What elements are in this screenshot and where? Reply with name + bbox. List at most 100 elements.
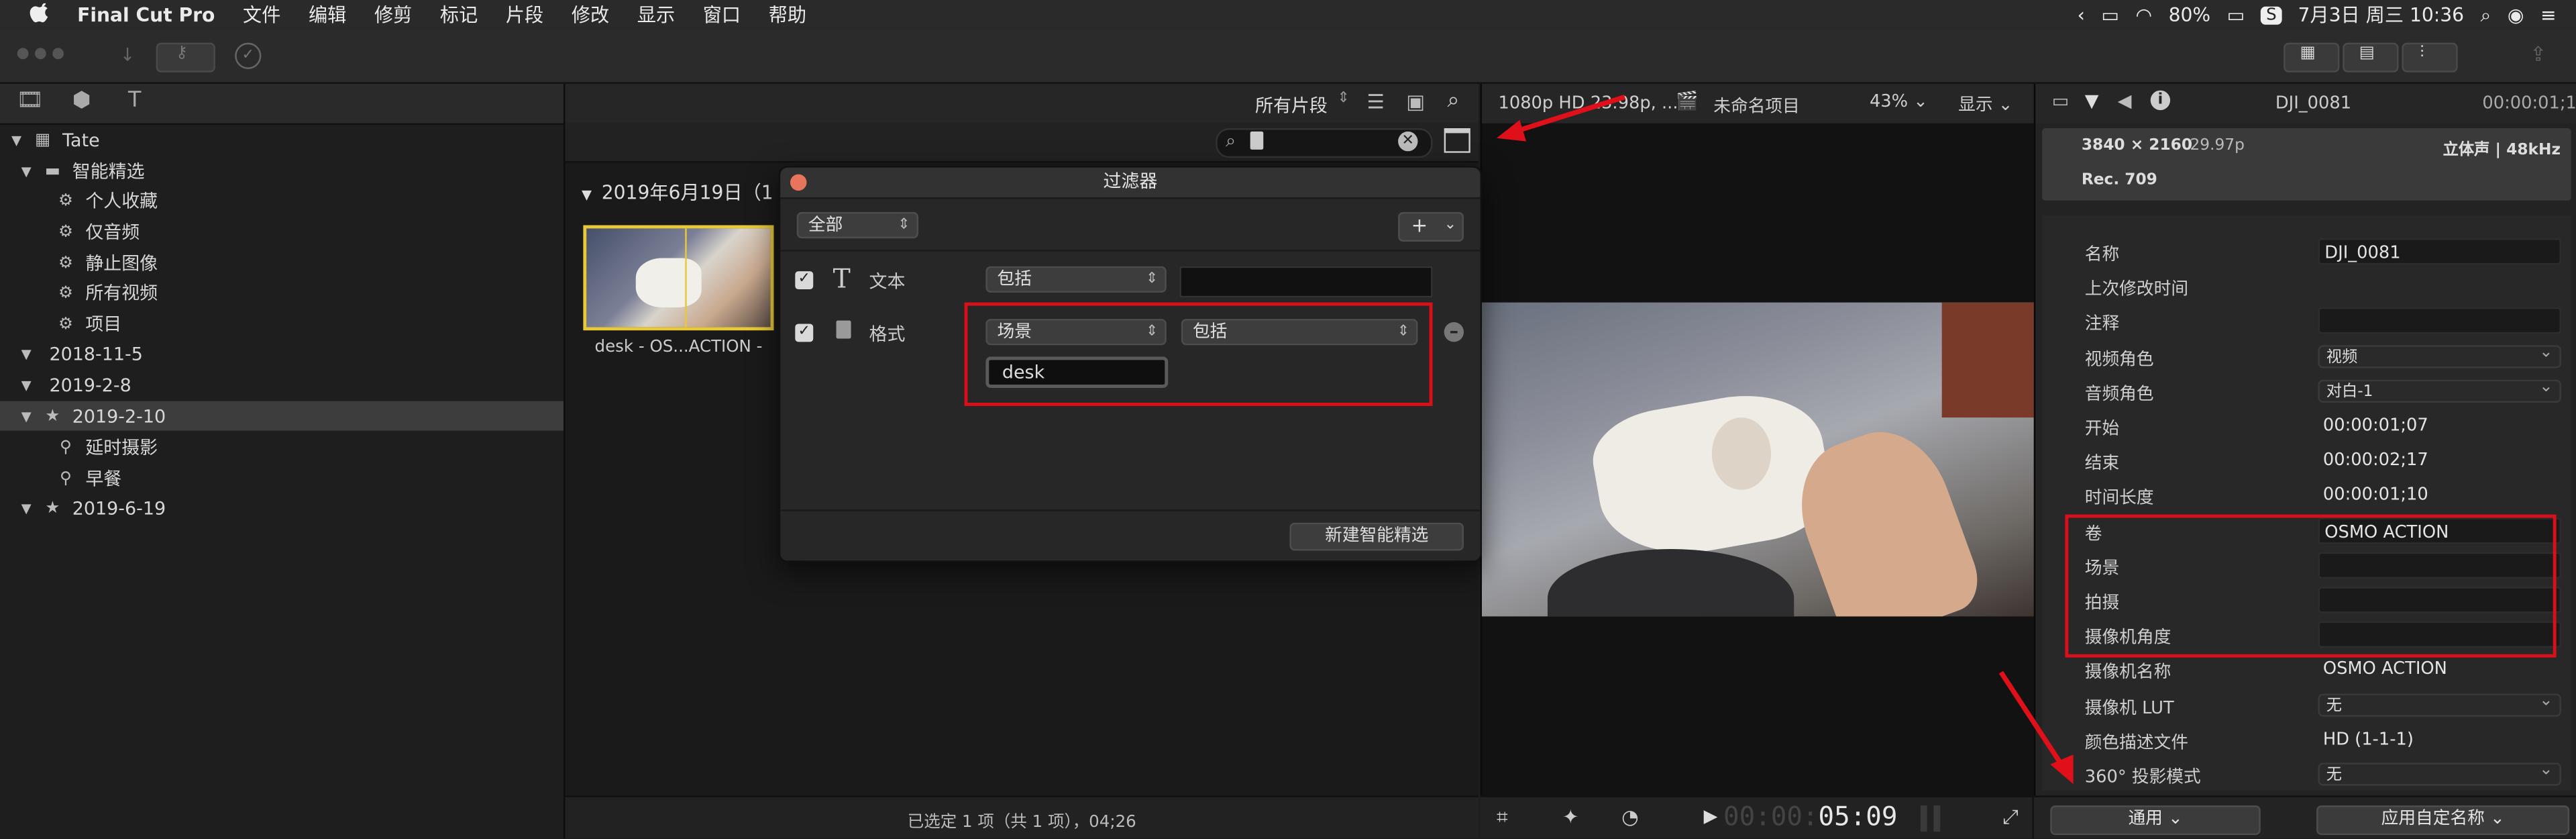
menu-file[interactable]: 文件 xyxy=(243,1,280,28)
menu-mark[interactable]: 标记 xyxy=(440,1,478,28)
datetime[interactable]: 7月3日 周三 10:36 xyxy=(2298,1,2465,28)
disclosure-triangle-icon[interactable]: ▼ xyxy=(16,377,36,392)
chevron-left-icon[interactable]: ‹ xyxy=(2078,3,2085,26)
metadata-field[interactable] xyxy=(2318,307,2561,335)
menu-modify[interactable]: 修改 xyxy=(572,1,609,28)
library-item[interactable]: ▼ ★ 2019-2-10 xyxy=(0,401,564,431)
match-mode-popup[interactable]: 全部 xyxy=(796,211,918,239)
metadata-row: 结束 00:00:02;17 xyxy=(2045,444,2571,479)
library-item[interactable]: ⚙ 项目 xyxy=(0,309,564,338)
search-icon[interactable]: ⌕ xyxy=(1448,89,1460,113)
wifi-icon[interactable]: ◠ xyxy=(2135,3,2152,26)
menu-help[interactable]: 帮助 xyxy=(769,1,806,28)
menu-clip[interactable]: 片段 xyxy=(506,1,543,28)
metadata-select[interactable]: 对白-1 xyxy=(2318,376,2561,403)
display-dropdown[interactable]: 显示 ⌄ xyxy=(1958,92,2012,117)
menu-app-name[interactable]: Final Cut Pro xyxy=(77,3,215,26)
disclosure-triangle-icon[interactable]: ▼ xyxy=(16,164,36,179)
new-smart-collection-button[interactable]: 新建智能精选 xyxy=(1289,522,1464,551)
library-item[interactable]: ▼ ▦ Tate xyxy=(0,125,564,154)
fullscreen-icon[interactable]: ⤢ xyxy=(2002,805,2019,830)
clear-search-icon[interactable]: ✕ xyxy=(1398,131,1418,152)
menu-edit[interactable]: 编辑 xyxy=(309,1,346,28)
grid-icon: ▦ xyxy=(2300,44,2316,63)
filter-window-icon[interactable] xyxy=(1444,128,1470,153)
clip-thumbnail[interactable] xyxy=(583,225,774,331)
library-item[interactable]: ⚙ 个人收藏 xyxy=(0,186,564,215)
add-rule-button[interactable]: + ⌄ xyxy=(1398,211,1464,242)
library-item[interactable]: ⚲ 延时摄影 xyxy=(0,432,564,462)
library-item[interactable]: ⚙ 静止图像 xyxy=(0,248,564,278)
timecode-display[interactable]: 00:00:05:09 xyxy=(1723,801,1898,832)
audio-inspector-icon[interactable]: ◀ xyxy=(2118,91,2132,112)
battery-icon[interactable]: ▭ xyxy=(2227,3,2245,26)
display-label: 显示 xyxy=(1958,95,1993,115)
library-item[interactable]: ▼ ★ 2019-6-19 xyxy=(0,493,564,523)
disclosure-triangle-icon[interactable]: ▼ xyxy=(16,409,36,424)
s-app-icon[interactable]: S xyxy=(2261,5,2282,24)
magic-wand-icon[interactable]: ✦ xyxy=(1562,805,1579,828)
photos-icon[interactable]: ⬢ xyxy=(72,89,91,113)
date-group-header[interactable]: ▼ 2019年6月19日（1 xyxy=(582,179,773,205)
inspector-toggle-button[interactable]: ⫶ xyxy=(2402,42,2458,72)
search-input[interactable]: ⌕ ✕ xyxy=(1216,128,1433,158)
close-icon[interactable] xyxy=(790,174,807,191)
metadata-view-dropdown[interactable]: 通用 ⌄ xyxy=(2050,805,2261,836)
disclosure-triangle-icon[interactable]: ▼ xyxy=(582,187,592,202)
format-rule-checkbox[interactable]: ✓ xyxy=(795,324,814,342)
library-item[interactable]: ▼ ▬ 智能精选 xyxy=(0,156,564,186)
share-icon[interactable]: ⇪ xyxy=(2530,43,2546,66)
speed-icon[interactable]: ◔ xyxy=(1621,805,1639,828)
library-item[interactable]: ⚙ 所有视频 xyxy=(0,278,564,307)
apply-custom-name-button[interactable]: 应用自定名称 ⌄ xyxy=(2316,805,2570,836)
inspector-header: ▭ ▼ ◀ i DJI_0081 00:00:01;10 xyxy=(2035,83,2576,124)
import-icon[interactable]: ↓ xyxy=(120,44,136,66)
clips-filter-dropdown[interactable]: 所有片段 xyxy=(1255,92,1328,118)
check-circle-icon[interactable]: ✓ xyxy=(235,42,262,69)
timeline-icon: ▤ xyxy=(2359,44,2375,63)
library-item-label: Tate xyxy=(62,129,100,151)
layout-grid-button[interactable]: ▦ xyxy=(2284,42,2340,72)
menu-view[interactable]: 显示 xyxy=(637,1,675,28)
disclosure-triangle-icon[interactable]: ▼ xyxy=(16,346,36,361)
text-value-input[interactable] xyxy=(1179,266,1433,298)
library-item-label: 2018-11-5 xyxy=(49,342,143,364)
disclosure-triangle-icon[interactable]: ▼ xyxy=(7,132,26,147)
text-operator-popup[interactable]: 包括 xyxy=(985,266,1167,293)
filmstrip-icon[interactable]: ▣ xyxy=(1406,91,1425,113)
library-item[interactable]: ⚲ 早餐 xyxy=(0,464,564,493)
airplay-icon[interactable]: ▭ xyxy=(2101,3,2119,26)
metadata-select[interactable]: 视频 xyxy=(2318,341,2561,368)
key-button[interactable]: ⚷ xyxy=(156,42,215,72)
list-icon[interactable]: ≡ xyxy=(2540,3,2557,26)
crop-icon[interactable]: ⌗ xyxy=(1497,805,1508,830)
titles-icon[interactable]: T xyxy=(128,89,141,113)
play-icon[interactable]: ▶ xyxy=(1704,805,1718,827)
layout-timeline-button[interactable]: ▤ xyxy=(2343,42,2399,72)
metadata-select[interactable]: 无 xyxy=(2318,759,2561,786)
library-item[interactable]: ⚙ 仅音频 xyxy=(0,217,564,246)
color-inspector-icon[interactable]: ▼ xyxy=(2085,91,2099,112)
divider xyxy=(780,250,1481,252)
film-icon[interactable]: 🎞 xyxy=(16,89,43,113)
metadata-field[interactable]: DJI_0081 xyxy=(2318,238,2561,265)
library-item[interactable]: ▼ 2018-11-5 xyxy=(0,338,564,368)
format-rule-label: 格式 xyxy=(869,324,906,346)
text-rule-checkbox[interactable]: ✓ xyxy=(795,271,814,290)
zoom-dropdown[interactable]: 43% ⌄ xyxy=(1870,92,1928,111)
search-icon[interactable]: ⌕ xyxy=(2481,3,2491,28)
siri-icon[interactable]: ◉ xyxy=(2508,3,2524,26)
menu-trim[interactable]: 修剪 xyxy=(374,1,412,28)
library-item[interactable]: ▼ 2019-2-8 xyxy=(0,370,564,399)
remove-rule-icon[interactable]: – xyxy=(1444,322,1464,342)
list-view-icon[interactable]: ☰ xyxy=(1367,91,1385,113)
disclosure-triangle-icon[interactable]: ▼ xyxy=(16,501,36,515)
video-inspector-icon[interactable]: ▭ xyxy=(2052,91,2069,112)
menu-window[interactable]: 窗口 xyxy=(703,1,741,28)
plus-icon: + xyxy=(1411,213,1428,237)
apple-icon[interactable] xyxy=(30,3,52,26)
metadata-select[interactable]: 无 xyxy=(2318,690,2561,716)
metadata-value: 00:00:02;17 xyxy=(2322,450,2428,471)
battery-percent[interactable]: 80% xyxy=(2169,3,2211,26)
info-icon[interactable]: i xyxy=(2150,90,2171,111)
